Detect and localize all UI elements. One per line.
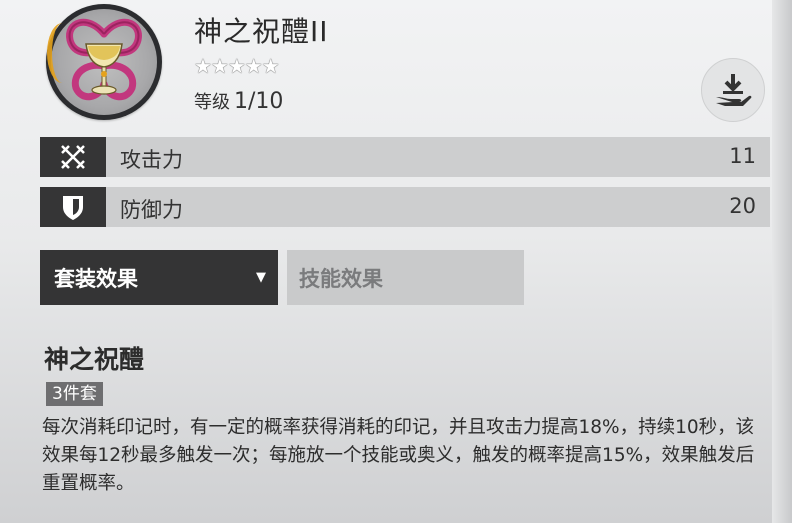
level-value: 1/10 (234, 89, 284, 114)
tab-skill-effect-label: 技能效果 (299, 267, 383, 291)
stat-row-defense: 防御力 20 (40, 187, 770, 227)
attack-icon-box (40, 137, 106, 177)
stat-row-attack: 攻击力 11 (40, 137, 770, 177)
unequip-hand-download-icon (716, 74, 752, 106)
item-level: 等级 1/10 (194, 88, 283, 114)
attack-crossed-swords-icon (61, 145, 85, 169)
item-title: 神之祝醴II (194, 15, 329, 48)
stat-value-attack: 11 (729, 144, 756, 168)
stat-label-defense: 防御力 (120, 198, 183, 222)
level-label: 等级 (194, 92, 230, 113)
stat-label-attack: 攻击力 (120, 148, 183, 172)
right-edge-strip (772, 0, 792, 523)
set-description: 每次消耗印记时，有一定的概率获得消耗的印记，并且攻击力提高18%，持续10秒，该… (42, 417, 755, 494)
stat-value-defense: 20 (729, 194, 756, 218)
chalice-emblem-icon (66, 18, 142, 101)
rarity-stars: ★★★★★ (194, 54, 280, 78)
tab-skill-effect[interactable]: 技能效果 (287, 250, 524, 305)
tab-set-effect[interactable]: 套装效果 ▼ (40, 250, 278, 305)
triangle-down-icon: ▼ (256, 270, 266, 285)
item-icon (46, 4, 162, 120)
piece-count-badge: 3件套 (46, 382, 103, 406)
unequip-button[interactable] (701, 58, 765, 122)
defense-shield-icon (63, 196, 83, 220)
tab-set-effect-label: 套装效果 (54, 267, 138, 291)
defense-icon-box (40, 187, 106, 227)
set-name: 神之祝醴 (44, 345, 145, 374)
